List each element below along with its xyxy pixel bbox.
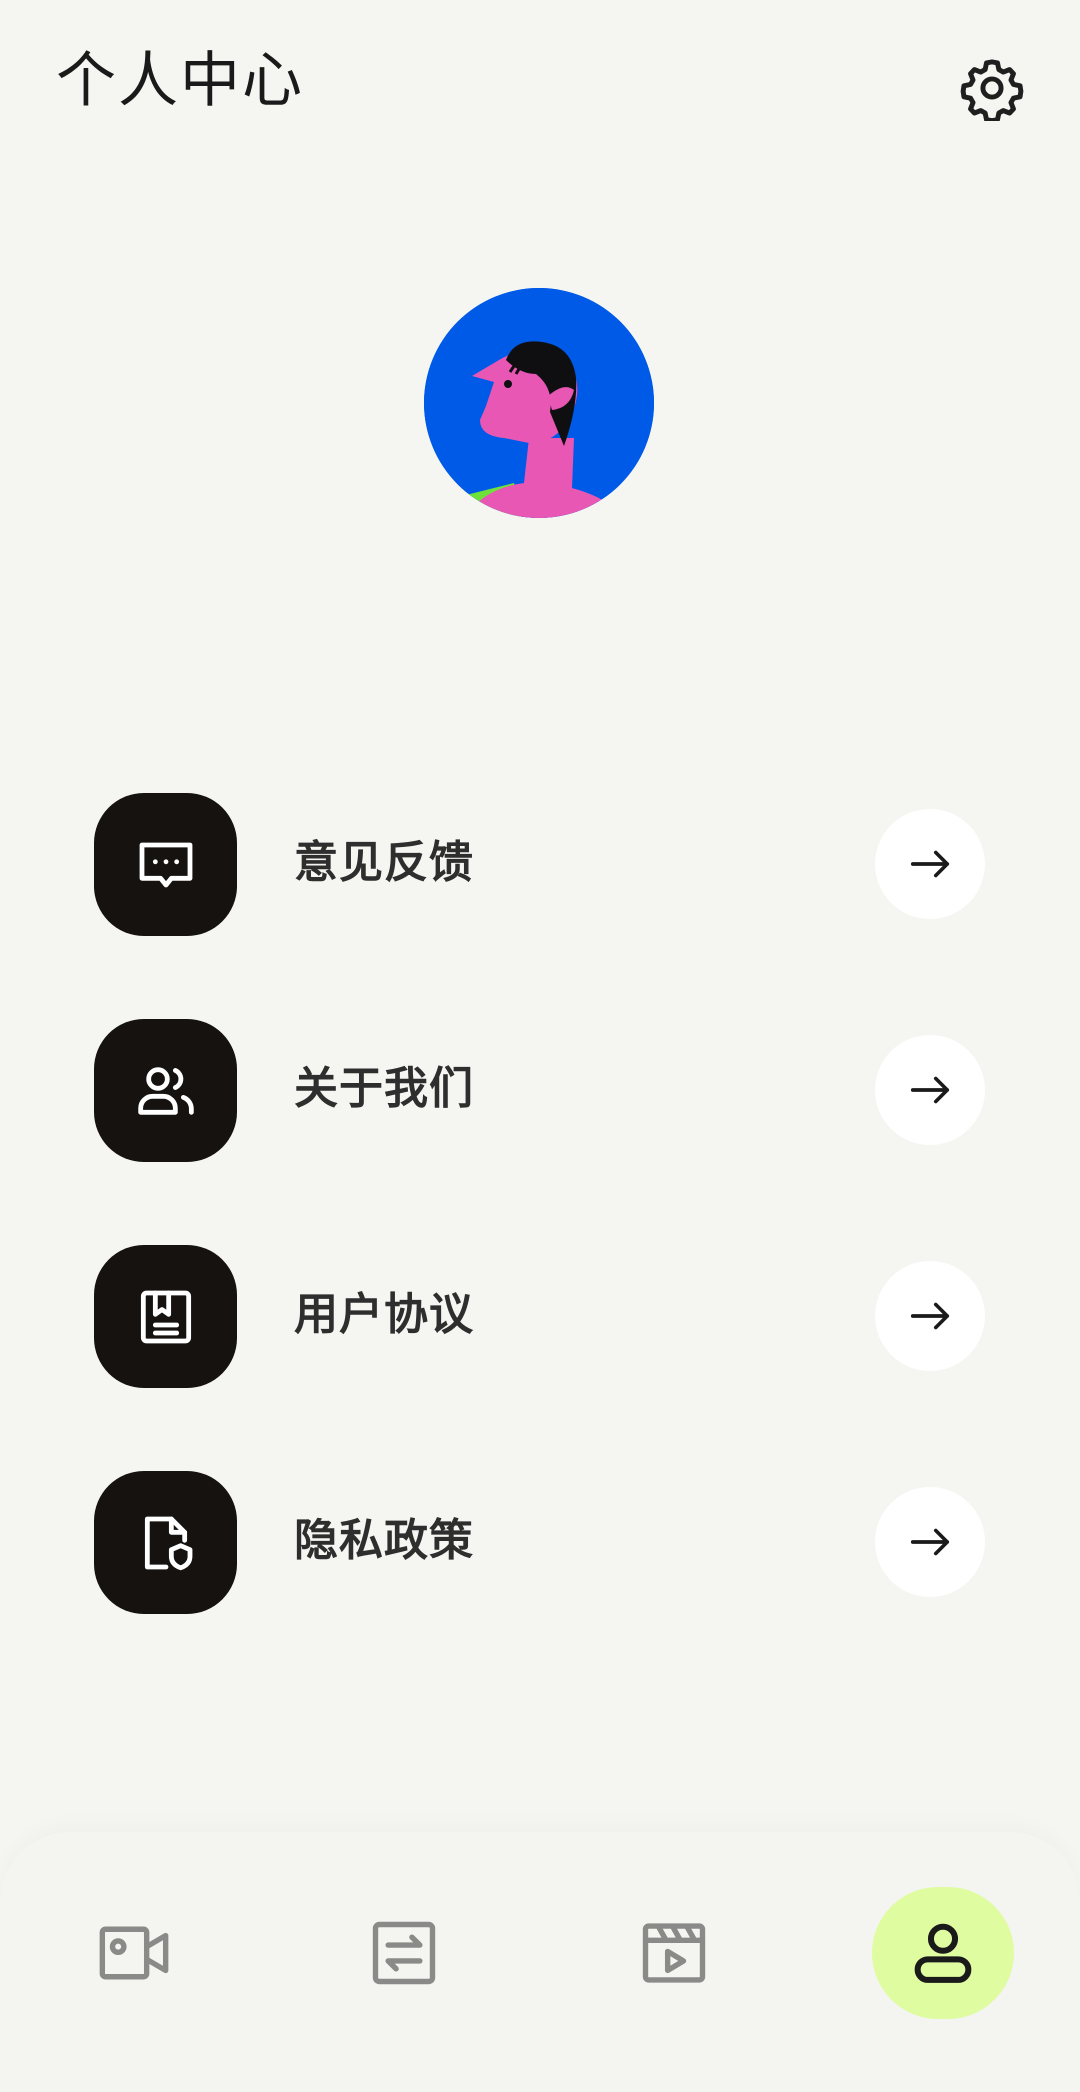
- page-title: 个人中心: [56, 46, 304, 116]
- gear-icon: [960, 59, 1024, 121]
- menu-icon-box: [94, 1245, 237, 1388]
- file-shield-icon: [144, 1516, 192, 1570]
- tab-video[interactable]: [64, 1888, 204, 2018]
- swap-icon: [372, 1921, 436, 1985]
- arrow-button[interactable]: [875, 1261, 985, 1371]
- arrow-right-icon: [910, 850, 950, 878]
- menu-label: 用户协议: [294, 1289, 474, 1340]
- menu-icon-box: [94, 1471, 237, 1614]
- menu-item-user-agreement[interactable]: 用户协议: [94, 1245, 986, 1389]
- arrow-button[interactable]: [875, 1487, 985, 1597]
- menu-label: 意见反馈: [294, 837, 474, 888]
- tab-convert[interactable]: [334, 1888, 474, 2018]
- menu-label: 关于我们: [294, 1063, 474, 1114]
- users-icon: [137, 1066, 194, 1115]
- video-camera-icon: [99, 1926, 169, 1980]
- arrow-right-icon: [910, 1528, 950, 1556]
- menu-item-feedback[interactable]: 意见反馈: [94, 793, 986, 937]
- arrow-button[interactable]: [875, 1035, 985, 1145]
- user-illustration-avatar: [424, 288, 654, 518]
- user-icon: [914, 1923, 972, 1983]
- menu-icon-box: [94, 1019, 237, 1162]
- arrow-right-icon: [910, 1076, 950, 1104]
- menu-item-about-us[interactable]: 关于我们: [94, 1019, 986, 1163]
- clapperboard-play-icon: [642, 1923, 706, 1983]
- menu-label: 隐私政策: [294, 1515, 474, 1566]
- tab-media[interactable]: [604, 1888, 744, 2018]
- document-bookmark-icon: [140, 1290, 191, 1343]
- tab-profile[interactable]: [872, 1887, 1014, 2019]
- chat-bubble-icon: [139, 842, 192, 887]
- menu-item-privacy-policy[interactable]: 隐私政策: [94, 1471, 986, 1615]
- menu-icon-box: [94, 793, 237, 936]
- avatar[interactable]: [424, 288, 654, 518]
- arrow-right-icon: [910, 1302, 950, 1330]
- arrow-button[interactable]: [875, 809, 985, 919]
- settings-button[interactable]: [950, 46, 1034, 130]
